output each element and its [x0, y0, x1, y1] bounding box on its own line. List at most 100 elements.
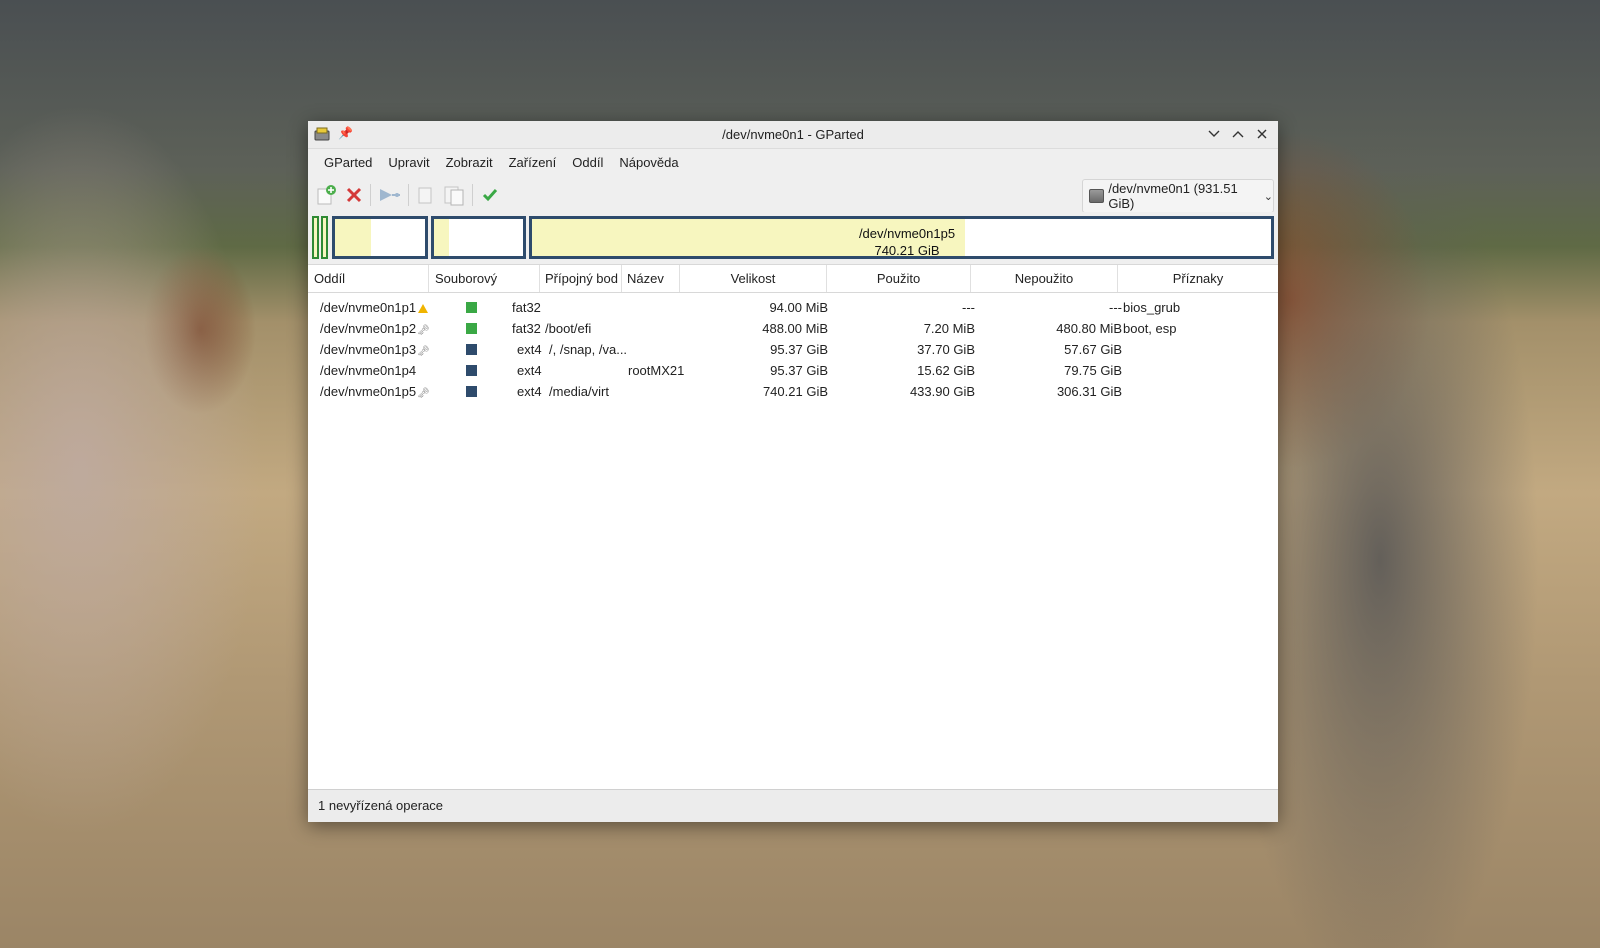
- partition-name: /dev/nvme0n1p1: [320, 300, 417, 315]
- partition-block-p5[interactable]: /dev/nvme0n1p5 740.21 GiB: [529, 216, 1274, 259]
- close-icon: [1257, 129, 1267, 139]
- fs-color-swatch: [466, 323, 477, 334]
- resize-move-icon: [380, 189, 400, 201]
- menu-oddil[interactable]: Oddíl: [564, 155, 611, 170]
- column-header-fs[interactable]: Souborový systém: [429, 265, 540, 313]
- partition-block-p3[interactable]: [332, 216, 428, 259]
- flags-cell: bios_grub: [1123, 300, 1181, 315]
- delete-partition-button[interactable]: [342, 183, 366, 207]
- chevron-up-icon: [1232, 131, 1244, 138]
- copy-button[interactable]: [414, 183, 438, 207]
- column-header-oddil[interactable]: Oddíl: [308, 265, 429, 292]
- column-header-flags[interactable]: Příznaky: [1118, 265, 1278, 292]
- column-header-unused[interactable]: Nepoužito: [971, 265, 1118, 292]
- partition-cell: /dev/nvme0n1p3🗝: [320, 339, 430, 362]
- unused-cell: 57.67 GiB: [1064, 342, 1122, 357]
- disk-icon: [1089, 189, 1105, 203]
- name-cell: rootMX21: [628, 363, 685, 378]
- table-row[interactable]: /dev/nvme0n1p2🗝 fat32 /boot/efi 488.00 M…: [308, 318, 1278, 339]
- gparted-window: 📌 /dev/nvme0n1 - GParted GParted Upravit…: [308, 121, 1278, 822]
- delete-icon: [346, 187, 362, 203]
- chevron-down-icon: ⌄: [1263, 190, 1273, 203]
- size-cell: 95.37 GiB: [770, 342, 828, 357]
- table-row[interactable]: /dev/nvme0n1p4 ext4 rootMX21 95.37 GiB 1…: [308, 360, 1278, 381]
- key-icon: 🗝: [417, 325, 430, 336]
- fs-cell: fat32: [512, 321, 541, 336]
- key-icon: 🗝: [417, 388, 430, 399]
- size-cell: 94.00 MiB: [769, 300, 828, 315]
- fs-color-swatch: [466, 344, 477, 355]
- column-header-mount[interactable]: Přípojný bod: [540, 265, 622, 292]
- partition-map: /dev/nvme0n1p5 740.21 GiB: [308, 212, 1278, 264]
- partition-block-p2[interactable]: [321, 216, 328, 259]
- apply-button[interactable]: [478, 183, 502, 207]
- column-header-name[interactable]: Název: [622, 265, 680, 292]
- chevron-down-icon: [1208, 130, 1220, 137]
- resize-move-button[interactable]: [378, 183, 402, 207]
- used-cell: 433.90 GiB: [909, 384, 975, 399]
- partition-used-fill: [434, 219, 449, 256]
- partition-block-label: /dev/nvme0n1p5 740.21 GiB: [832, 225, 982, 258]
- fs-cell: ext4: [517, 384, 542, 399]
- partition-table-header: Oddíl Souborový systém Přípojný bod Náze…: [308, 264, 1278, 313]
- menu-gparted[interactable]: GParted: [316, 155, 380, 170]
- fs-color-swatch: [466, 302, 477, 313]
- menu-zobrazit[interactable]: Zobrazit: [438, 155, 501, 170]
- menu-bar: GParted Upravit Zobrazit Zařízení Oddíl …: [308, 149, 1278, 176]
- fs-cell: ext4: [517, 363, 542, 378]
- warning-icon: [418, 304, 429, 313]
- fs-cell: fat32: [512, 300, 541, 315]
- menu-napoveda[interactable]: Nápověda: [611, 155, 686, 170]
- fs-color-swatch: [466, 365, 477, 376]
- fs-cell: ext4: [517, 342, 542, 357]
- size-cell: 488.00 MiB: [762, 321, 828, 336]
- partition-cell: /dev/nvme0n1p2🗝: [320, 318, 430, 341]
- partition-name: /dev/nvme0n1p5: [320, 384, 417, 399]
- used-cell: 7.20 MiB: [923, 321, 975, 336]
- mount-cell: /media/virt: [549, 384, 609, 399]
- toolbar: /dev/nvme0n1 (931.51 GiB) ⌄: [308, 176, 1278, 213]
- title-bar: 📌 /dev/nvme0n1 - GParted: [308, 121, 1278, 149]
- unused-cell: ---: [1109, 300, 1122, 315]
- used-cell: 15.62 GiB: [917, 363, 975, 378]
- flags-cell: boot, esp: [1123, 321, 1177, 336]
- paste-icon: [444, 186, 464, 206]
- new-partition-icon: [317, 185, 336, 205]
- column-header-used[interactable]: Použito: [827, 265, 971, 292]
- menu-zarizeni[interactable]: Zařízení: [501, 155, 565, 170]
- copy-icon: [418, 187, 432, 204]
- device-select[interactable]: /dev/nvme0n1 (931.51 GiB) ⌄: [1082, 179, 1274, 213]
- new-partition-button[interactable]: [314, 183, 338, 207]
- unused-cell: 480.80 MiB: [1056, 321, 1122, 336]
- minimize-button[interactable]: [1204, 124, 1224, 144]
- partition-cell: /dev/nvme0n1p4: [320, 363, 417, 378]
- table-row[interactable]: /dev/nvme0n1p5🗝 ext4 /media/virt 740.21 …: [308, 381, 1278, 402]
- partition-name: /dev/nvme0n1p2: [320, 321, 417, 336]
- fs-color-swatch: [466, 386, 477, 397]
- key-icon: 🗝: [417, 346, 430, 357]
- apply-icon: [482, 189, 498, 202]
- table-row[interactable]: /dev/nvme0n1p3🗝 ext4 /, /snap, /va... 95…: [308, 339, 1278, 360]
- column-header-size[interactable]: Velikost: [680, 265, 827, 292]
- partition-name: /dev/nvme0n1p3: [320, 342, 417, 357]
- mount-cell: /, /snap, /va...: [549, 342, 628, 357]
- size-cell: 95.37 GiB: [770, 363, 828, 378]
- partition-table-body: /dev/nvme0n1p1 fat32 94.00 MiB --- --- b…: [308, 293, 1278, 790]
- maximize-button[interactable]: [1228, 124, 1248, 144]
- partition-cell: /dev/nvme0n1p5🗝: [320, 381, 430, 404]
- table-row[interactable]: /dev/nvme0n1p1 fat32 94.00 MiB --- --- b…: [308, 297, 1278, 318]
- menu-upravit[interactable]: Upravit: [380, 155, 437, 170]
- status-bar: 1 nevyřízená operace: [308, 789, 1278, 822]
- partition-block-size: 740.21 GiB: [874, 243, 940, 258]
- unused-cell: 306.31 GiB: [1056, 384, 1122, 399]
- mount-cell: /boot/efi: [545, 321, 592, 336]
- paste-button[interactable]: [442, 183, 466, 207]
- window-title: /dev/nvme0n1 - GParted: [722, 127, 864, 142]
- partition-block-p1[interactable]: [312, 216, 319, 259]
- size-cell: 740.21 GiB: [762, 384, 828, 399]
- partition-block-p4[interactable]: [431, 216, 526, 259]
- device-select-value: /dev/nvme0n1 (931.51 GiB): [1108, 181, 1238, 211]
- used-cell: ---: [962, 300, 975, 315]
- partition-used-fill: [335, 219, 371, 256]
- close-button[interactable]: [1252, 124, 1272, 144]
